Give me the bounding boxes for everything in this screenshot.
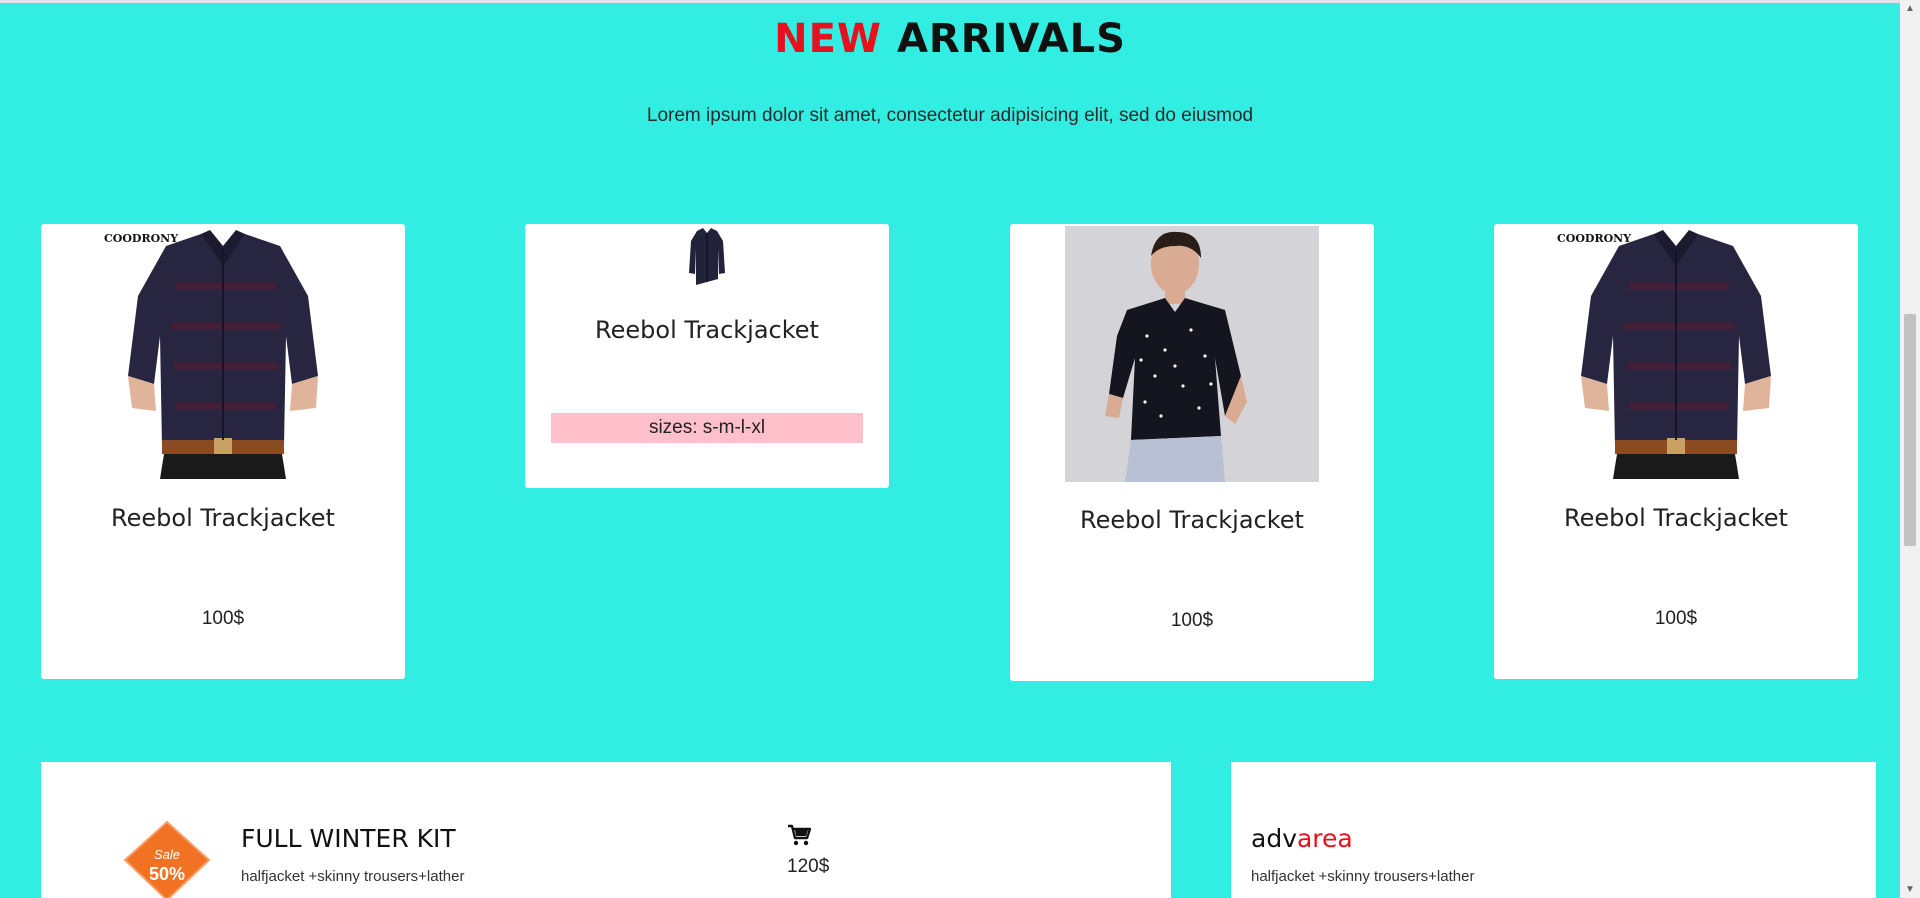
- sizes-label: sizes: s-m-l-xl: [551, 413, 863, 443]
- shirt-image[interactable]: COODRONY: [96, 226, 350, 479]
- shirt-image[interactable]: COODRONY: [1549, 226, 1803, 479]
- product-title[interactable]: Reebol Trackjacket: [1010, 506, 1374, 534]
- scroll-down-icon[interactable]: ▼: [1900, 881, 1920, 898]
- svg-text:50%: 50%: [149, 864, 185, 884]
- product-price: 100$: [1170, 610, 1214, 631]
- product-title[interactable]: Reebol Trackjacket: [41, 504, 405, 532]
- cart-icon[interactable]: [787, 824, 811, 846]
- product-card[interactable]: COODRONY Reebol Trackjacket 100$: [41, 224, 405, 679]
- product-title[interactable]: Reebol Trackjacket: [1494, 504, 1858, 532]
- scroll-up-icon[interactable]: ▲: [1900, 0, 1920, 17]
- kit-description: halfjacket +skinny trousers+lather: [241, 868, 465, 885]
- adv-title[interactable]: advarea: [1251, 824, 1353, 853]
- kit-title[interactable]: FULL WINTER KIT: [241, 824, 456, 853]
- product-price: 100$: [1654, 608, 1698, 629]
- section-heading: NEW ARRIVALS: [0, 16, 1900, 62]
- vertical-scrollbar[interactable]: ▲ ▼: [1900, 0, 1920, 898]
- heading-highlight: NEW: [774, 16, 883, 62]
- winter-kit-panel: Sale 50% FULL WINTER KIT halfjacket +ski…: [41, 762, 1171, 898]
- adv-title-plain: adv: [1251, 824, 1297, 853]
- product-card[interactable]: COODRONY Reebol Trackjacket 100$: [1494, 224, 1858, 679]
- svg-text:Sale: Sale: [154, 847, 180, 862]
- product-price: 100$: [201, 608, 245, 629]
- heading-rest: ARRIVALS: [896, 16, 1126, 62]
- product-title[interactable]: Reebol Trackjacket: [525, 316, 889, 344]
- model-image[interactable]: [1065, 226, 1319, 482]
- product-card[interactable]: Reebol Trackjacket sizes: s-m-l-xl: [525, 224, 889, 488]
- svg-text:COODRONY: COODRONY: [1557, 232, 1631, 245]
- top-border: [0, 0, 1900, 3]
- adv-description: halfjacket +skinny trousers+lather: [1251, 868, 1475, 885]
- product-card[interactable]: Reebol Trackjacket 100$: [1010, 224, 1374, 681]
- section-subtitle: Lorem ipsum dolor sit amet, consectetur …: [646, 105, 1254, 126]
- svg-text:COODRONY: COODRONY: [104, 232, 178, 245]
- kit-price: 120$: [787, 856, 830, 877]
- adv-title-accent: area: [1296, 824, 1353, 853]
- jacket-thumbnail-image[interactable]: [685, 227, 729, 287]
- scrollbar-thumb[interactable]: [1904, 314, 1916, 546]
- adv-panel: advarea halfjacket +skinny trousers+lath…: [1231, 762, 1876, 898]
- sale-badge-icon: Sale 50%: [123, 820, 211, 898]
